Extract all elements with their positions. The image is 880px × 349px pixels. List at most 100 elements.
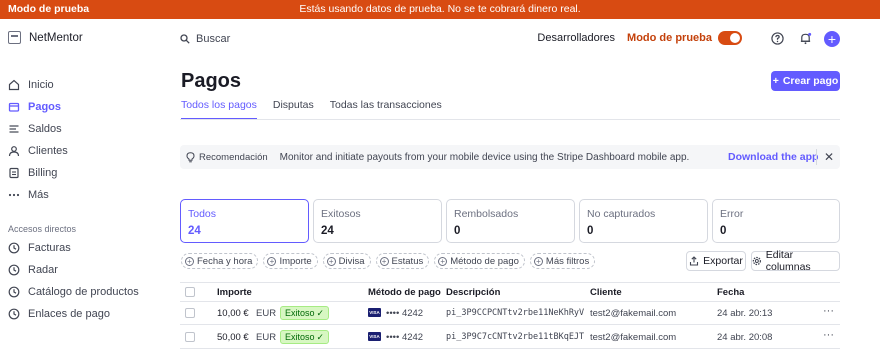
page-title: Pagos [181, 70, 242, 92]
developers-link[interactable]: Desarrolladores [537, 32, 615, 44]
tab-todas-las-transacciones[interactable]: Todas las transacciones [330, 99, 442, 119]
tab-disputas[interactable]: Disputas [273, 99, 314, 119]
table-row[interactable]: 50,00 € EUR Exitoso ✓ VISA •••• 4242 pi_3… [180, 326, 840, 349]
edit-columns-label: Editar columnas [765, 249, 811, 273]
status-card-error[interactable]: Error 0 [712, 199, 840, 243]
sidebar-item-billing[interactable]: Billing [8, 167, 57, 179]
tab-todos-los-pagos[interactable]: Todos los pagos [181, 99, 257, 120]
check-icon: ✓ [316, 307, 325, 318]
plus-circle-icon: + [267, 256, 277, 266]
column-header-importe[interactable]: Importe [217, 287, 252, 298]
shortcut-catalogo[interactable]: Catálogo de productos [8, 286, 139, 298]
gear-icon [752, 256, 762, 266]
status-card-count: 24 [321, 225, 334, 237]
shortcut-facturas[interactable]: Facturas [8, 242, 71, 254]
sidebar-item-pagos[interactable]: Pagos [8, 101, 61, 113]
status-card-exitosos[interactable]: Exitosos 24 [313, 199, 442, 243]
plus-icon[interactable]: + [824, 31, 840, 47]
edit-columns-button[interactable]: Editar columnas [751, 249, 840, 273]
bell-icon[interactable] [798, 31, 812, 45]
column-header-cliente[interactable]: Cliente [590, 287, 622, 298]
more-actions-icon[interactable]: ··· [823, 305, 834, 317]
sidebar: Inicio Pagos Saldos Clientes Billing Más… [0, 61, 155, 349]
search-input[interactable]: Buscar [180, 33, 230, 45]
sidebar-item-mas[interactable]: Más [8, 189, 49, 201]
account-name: NetMentor [29, 31, 83, 44]
payments-icon [8, 102, 20, 112]
account-switcher[interactable]: NetMentor [8, 31, 83, 44]
status-card-rembolsados[interactable]: Rembolsados 0 [446, 199, 575, 243]
table-row[interactable]: 10,00 € EUR Exitoso ✓ VISA •••• 4242 pi_3… [180, 302, 840, 325]
row-checkbox[interactable] [185, 308, 195, 318]
plus-circle-icon: + [185, 256, 194, 266]
status-badge-label: Exitoso [285, 308, 315, 318]
shortcut-enlaces[interactable]: Enlaces de pago [8, 308, 110, 320]
column-header-fecha[interactable]: Fecha [717, 287, 744, 298]
tabs-divider [180, 119, 840, 120]
more-actions-icon[interactable]: ··· [823, 329, 834, 341]
recommendation-tag: Recomendación [199, 151, 268, 163]
sidebar-item-label: Billing [28, 167, 58, 179]
payment-description: pi_3P9CCPCNTtv2rbe11NeKhRyV [446, 308, 585, 318]
sidebar-item-clientes[interactable]: Clientes [8, 145, 68, 157]
row-checkbox[interactable] [185, 332, 195, 342]
status-badge-label: Exitoso [285, 332, 315, 342]
shortcut-label: Radar [28, 264, 58, 276]
payment-date: 24 abr. 20:13 [717, 308, 773, 319]
balances-icon [9, 125, 19, 133]
visa-icon: VISA [368, 308, 381, 317]
shortcut-label: Enlaces de pago [28, 308, 110, 320]
status-card-todos[interactable]: Todos 24 [180, 199, 309, 243]
status-badge: Exitoso ✓ [280, 330, 330, 344]
status-card-label: Todos [188, 208, 217, 220]
sidebar-item-saldos[interactable]: Saldos [8, 123, 62, 135]
close-icon[interactable]: ✕ [824, 150, 834, 164]
filter-label: Importe [279, 255, 312, 267]
filter-estatus[interactable]: + Estatus [375, 253, 430, 269]
recommendation-banner: Recomendación Monitor and initiate payou… [180, 145, 840, 169]
filter-divisa[interactable]: + Divisa [322, 253, 371, 269]
status-badge: Exitoso ✓ [280, 306, 330, 320]
card-last4: •••• 4242 [386, 308, 424, 319]
select-all-checkbox[interactable] [185, 287, 195, 297]
shortcut-label: Catálogo de productos [28, 286, 139, 298]
download-app-link[interactable]: Download the app [728, 151, 818, 163]
plus-circle-icon: + [438, 256, 448, 266]
status-card-label: No capturados [587, 208, 656, 220]
status-card-count: 0 [454, 225, 461, 237]
payment-amount: 50,00 € [217, 332, 249, 343]
status-card-no-capturados[interactable]: No capturados 0 [579, 199, 708, 243]
lightbulb-icon [186, 151, 195, 162]
payment-description: pi_3P9C7cCNTtv2rbe11tBKqEJT [446, 332, 585, 342]
create-payment-button[interactable]: + Crear pago [771, 71, 840, 91]
column-header-descripcion[interactable]: Descripción [446, 287, 500, 298]
more-icon [8, 193, 20, 197]
export-label: Exportar [703, 255, 743, 267]
sidebar-item-inicio[interactable]: Inicio [8, 79, 54, 91]
shortcut-radar[interactable]: Radar [8, 264, 58, 276]
shortcut-label: Facturas [28, 242, 71, 254]
filter-label: Fecha y hora [197, 255, 253, 267]
filter-metodo-de-pago[interactable]: + Método de pago [434, 253, 525, 269]
check-icon: ✓ [316, 331, 325, 342]
topbar-tools: Desarrolladores Modo de prueba [537, 31, 840, 45]
column-header-metodo[interactable]: Método de pago [368, 287, 441, 298]
filter-label: Divisa [338, 255, 365, 267]
export-button[interactable]: Exportar [686, 251, 746, 271]
filter-fecha-y-hora[interactable]: + Fecha y hora [181, 253, 259, 269]
filter-label: Más filtros [545, 255, 590, 267]
test-mode-message: Estás usando datos de prueba. No se te c… [299, 3, 581, 15]
status-card-count: 0 [720, 225, 727, 237]
create-payment-label: Crear pago [782, 75, 839, 87]
clock-icon [8, 286, 20, 298]
sidebar-item-label: Más [28, 189, 49, 201]
test-mode-toggle[interactable] [718, 31, 742, 45]
filter-mas-filtros[interactable]: + Más filtros [529, 253, 596, 269]
export-icon [690, 256, 699, 266]
plus-circle-icon: + [326, 256, 336, 266]
help-icon[interactable] [770, 31, 784, 45]
customer-email: test2@fakemail.com [590, 332, 677, 343]
filter-importe[interactable]: + Importe [263, 253, 318, 269]
status-card-count: 24 [188, 225, 201, 237]
user-icon [8, 146, 20, 157]
